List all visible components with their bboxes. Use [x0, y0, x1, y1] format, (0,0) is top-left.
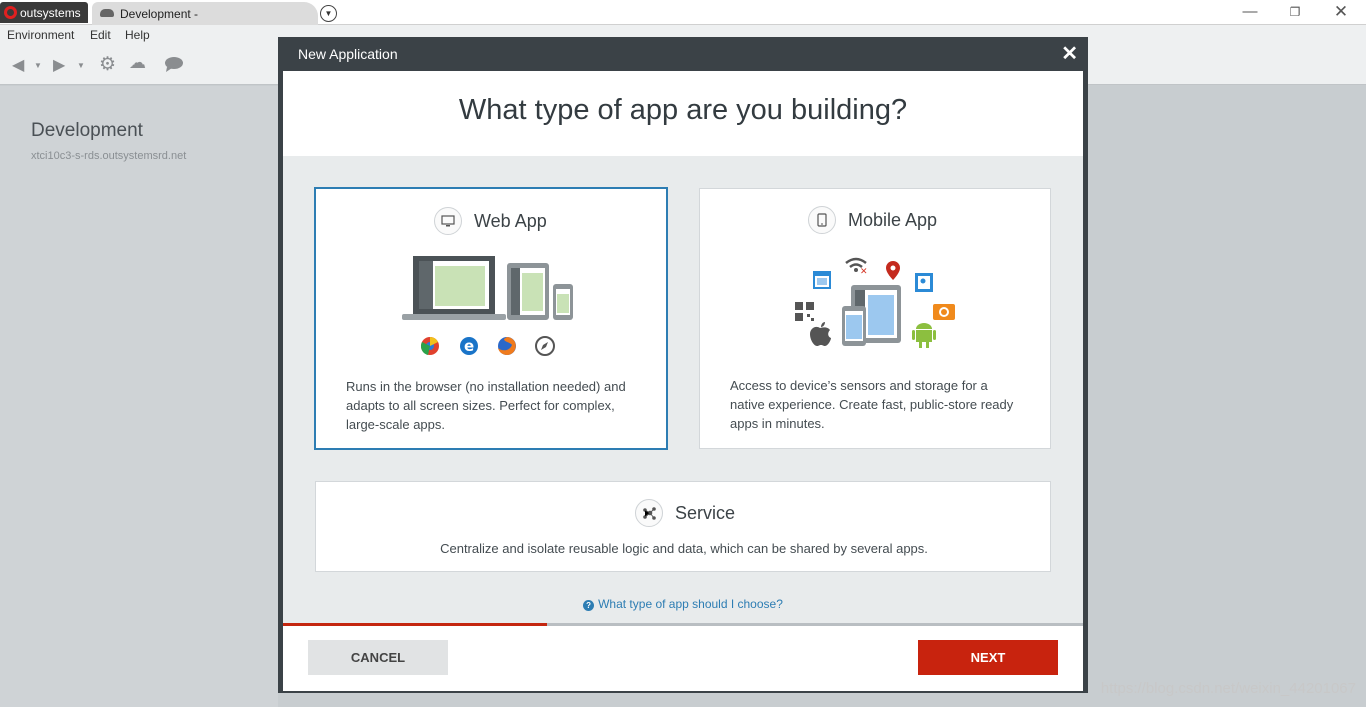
- environment-tab-label: Development -: [120, 6, 199, 21]
- back-icon[interactable]: ◀: [12, 55, 24, 75]
- outsystems-logo-icon: [4, 6, 17, 19]
- close-icon[interactable]: ✕: [1061, 41, 1078, 66]
- service-description: Centralize and isolate reusable logic an…: [440, 541, 928, 556]
- monitor-icon: [434, 207, 462, 235]
- next-button[interactable]: NEXT: [918, 640, 1058, 675]
- chat-icon[interactable]: [163, 55, 185, 78]
- environment-host: xtci10c3-s-rds.outsystemsrd.net: [31, 150, 187, 162]
- help-link[interactable]: ? What type of app should I choose?: [283, 597, 1083, 611]
- svg-text:e: e: [464, 337, 474, 355]
- cloud-icon: [100, 8, 114, 17]
- menu-environment[interactable]: Environment: [7, 28, 74, 42]
- dialog-header: What type of app are you building?: [283, 71, 1083, 156]
- tab-dropdown-button[interactable]: ▼: [320, 5, 337, 22]
- menu-help[interactable]: Help: [125, 28, 150, 42]
- service-nodes-icon: [635, 499, 663, 527]
- web-app-title-row: Web App: [434, 207, 547, 235]
- service-card[interactable]: Service Centralize and isolate reusable …: [315, 481, 1051, 572]
- close-window-button[interactable]: ✕: [1326, 2, 1356, 22]
- mobile-app-description: Access to device’s sensors and storage f…: [730, 378, 1014, 431]
- new-application-dialog: New Application ✕ What type of app are y…: [278, 37, 1088, 693]
- service-title: Service: [675, 502, 736, 523]
- minimize-button[interactable]: —: [1235, 3, 1265, 20]
- title-bar: outsystems Development - ▼ — ❐ ✕: [0, 0, 1366, 25]
- help-link-text[interactable]: What type of app should I choose?: [598, 597, 783, 611]
- web-app-title: Web App: [474, 210, 547, 231]
- web-devices-illustration: e: [402, 256, 573, 356]
- mobile-app-title: Mobile App: [848, 209, 938, 230]
- web-app-description: Runs in the browser (no installation nee…: [346, 379, 626, 432]
- forward-icon[interactable]: ▶: [53, 55, 65, 75]
- home-tab[interactable]: outsystems: [0, 2, 88, 23]
- svg-text:✕: ✕: [860, 267, 868, 277]
- publish-cloud-icon[interactable]: ☁: [129, 53, 146, 73]
- menu-edit[interactable]: Edit: [90, 28, 111, 42]
- home-tab-label: outsystems: [20, 5, 81, 20]
- dialog-heading: What type of app are you building?: [458, 94, 908, 126]
- mobile-app-title-row: Mobile App: [808, 206, 937, 234]
- mobile-features-illustration: ✕: [795, 257, 955, 348]
- watermark-text: https://blog.csdn.net/weixin_44201067: [1100, 680, 1356, 697]
- forward-dropdown-icon[interactable]: ▼: [77, 61, 85, 70]
- mobile-app-card[interactable]: Mobile App ✕ Access to device’s sensors …: [699, 188, 1051, 449]
- mobile-phone-icon: [808, 206, 836, 234]
- dialog-title: New Application: [298, 46, 398, 62]
- gear-icon[interactable]: ⚙: [99, 53, 116, 76]
- dialog-body: What type of app are you building? Web A…: [283, 71, 1083, 691]
- environment-tab[interactable]: Development -: [92, 2, 318, 25]
- environment-name: Development: [31, 120, 143, 141]
- web-app-card[interactable]: Web App e Runs in the browser (no instal…: [314, 187, 668, 450]
- back-dropdown-icon[interactable]: ▼: [34, 61, 42, 70]
- environment-panel: Development xtci10c3-s-rds.outsystemsrd.…: [0, 86, 278, 707]
- service-title-row: Service: [635, 499, 735, 527]
- cancel-button[interactable]: CANCEL: [308, 640, 448, 675]
- restore-button[interactable]: ❐: [1280, 5, 1310, 19]
- question-icon: ?: [583, 600, 595, 611]
